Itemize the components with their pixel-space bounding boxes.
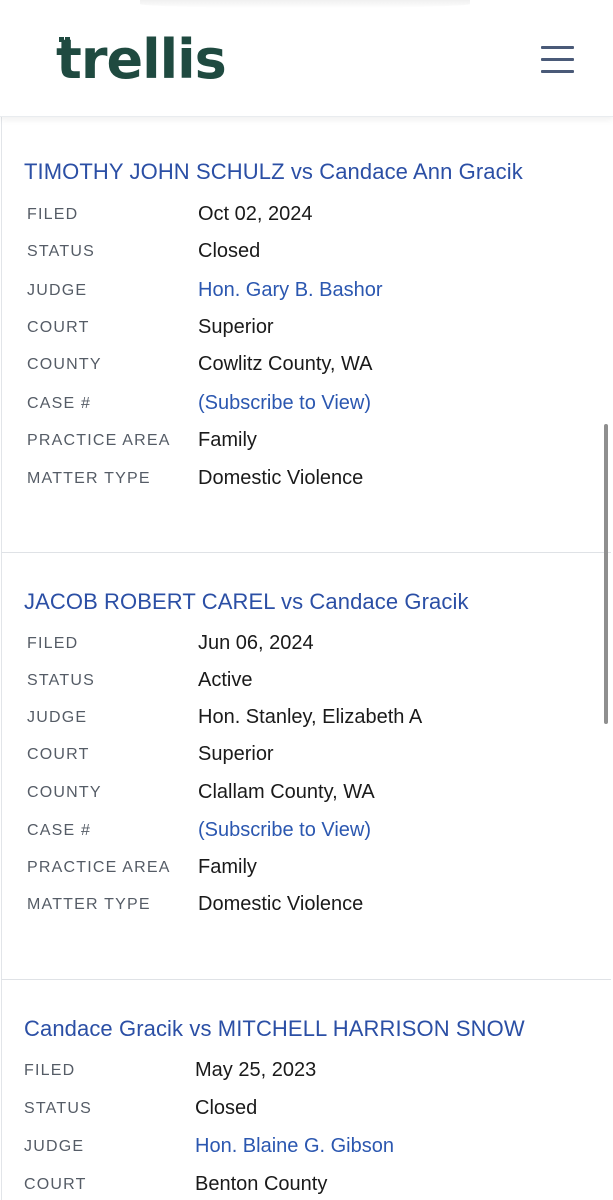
case-field-court: COURT Superior (27, 316, 587, 342)
field-label: FILED (24, 1062, 76, 1079)
case-field-county: COUNTY Cowlitz County, WA (27, 353, 587, 379)
page: trellis TIMOTHY JOHN SCHULZ vs Candace A… (0, 0, 613, 1200)
subscribe-link[interactable]: (Subscribe to View) (198, 392, 371, 415)
subscribe-link[interactable]: (Subscribe to View) (198, 819, 371, 842)
field-value: Jun 06, 2024 (198, 632, 314, 654)
field-label: STATUS (24, 1100, 92, 1117)
field-label: CASE # (27, 395, 92, 412)
field-label: PRACTICE AREA (27, 432, 171, 449)
scrollbar[interactable] (604, 424, 608, 724)
case-field-matter-type: MATTER TYPE Domestic Violence (27, 893, 587, 919)
case-field-status: STATUS Active (27, 669, 587, 695)
field-label: CASE # (27, 822, 92, 839)
field-value: Family (198, 856, 257, 878)
case-list: TIMOTHY JOHN SCHULZ vs Candace Ann Graci… (0, 117, 613, 1200)
field-label: STATUS (27, 672, 95, 689)
field-label: MATTER TYPE (27, 896, 151, 913)
field-label: MATTER TYPE (27, 470, 151, 487)
field-value: Cowlitz County, WA (198, 353, 373, 375)
trellis-logo[interactable]: trellis (56, 28, 227, 91)
field-label: COUNTY (27, 784, 102, 801)
field-label: COURT (24, 1176, 87, 1193)
case-field-filed: FILED May 25, 2023 (24, 1059, 584, 1085)
field-label: PRACTICE AREA (27, 859, 171, 876)
case-field-judge: JUDGE Hon. Blaine G. Gibson (24, 1135, 584, 1161)
field-label: FILED (27, 635, 79, 652)
case-field-practice-area: PRACTICE AREA Family (27, 856, 587, 882)
field-value: Family (198, 429, 257, 451)
field-value: Domestic Violence (198, 893, 364, 915)
logo-text: trellis (56, 28, 227, 91)
case-field-case-number: CASE # (Subscribe to View) (27, 392, 587, 418)
case-field-practice-area: PRACTICE AREA Family (27, 429, 587, 455)
case-field-matter-type: MATTER TYPE Domestic Violence (27, 467, 587, 493)
case-title-link[interactable]: Candace Gracik vs MITCHELL HARRISON SNOW (24, 1016, 525, 1042)
field-value: May 25, 2023 (195, 1059, 317, 1081)
case-field-filed: FILED Oct 02, 2024 (27, 203, 587, 229)
judge-link[interactable]: Hon. Gary B. Bashor (198, 279, 383, 302)
judge-link[interactable]: Hon. Blaine G. Gibson (195, 1135, 394, 1158)
logo-mark-icon (59, 37, 71, 49)
field-label: JUDGE (27, 709, 88, 726)
field-label: COURT (27, 746, 90, 763)
field-label: COUNTY (27, 356, 102, 373)
case-card: Candace Gracik vs MITCHELL HARRISON SNOW… (1, 980, 611, 1200)
field-value: Closed (195, 1097, 258, 1119)
case-field-court: COURT Superior (27, 743, 587, 769)
field-value: Superior (198, 743, 274, 765)
top-shadow (140, 0, 470, 8)
field-label: FILED (27, 206, 79, 223)
case-card: TIMOTHY JOHN SCHULZ vs Candace Ann Graci… (1, 117, 611, 553)
case-field-judge: JUDGE Hon. Gary B. Bashor (27, 279, 587, 305)
field-value: Active (198, 669, 253, 691)
case-field-status: STATUS Closed (24, 1097, 584, 1123)
field-value: Oct 02, 2024 (198, 203, 313, 225)
case-field-court: COURT Benton County (24, 1173, 584, 1199)
case-field-case-number: CASE # (Subscribe to View) (27, 819, 587, 845)
field-label: JUDGE (27, 282, 88, 299)
case-field-county: COUNTY Clallam County, WA (27, 781, 587, 807)
field-value: Benton County (195, 1173, 328, 1195)
top-navigation-bar: trellis (0, 0, 613, 117)
field-label: STATUS (27, 243, 95, 260)
case-title-link[interactable]: TIMOTHY JOHN SCHULZ vs Candace Ann Graci… (24, 159, 523, 185)
field-label: COURT (27, 319, 90, 336)
case-field-judge: JUDGE Hon. Stanley, Elizabeth A (27, 706, 587, 732)
field-value: Clallam County, WA (198, 781, 375, 803)
case-title-link[interactable]: JACOB ROBERT CAREL vs Candace Gracik (24, 589, 469, 615)
case-card: JACOB ROBERT CAREL vs Candace Gracik FIL… (1, 553, 611, 980)
field-value: Superior (198, 316, 274, 338)
case-field-status: STATUS Closed (27, 240, 587, 266)
field-value: Closed (198, 240, 261, 262)
field-label: JUDGE (24, 1138, 85, 1155)
field-value: Hon. Stanley, Elizabeth A (198, 706, 423, 728)
case-field-filed: FILED Jun 06, 2024 (27, 632, 587, 658)
field-value: Domestic Violence (198, 467, 364, 489)
hamburger-menu-icon[interactable] (538, 44, 576, 76)
